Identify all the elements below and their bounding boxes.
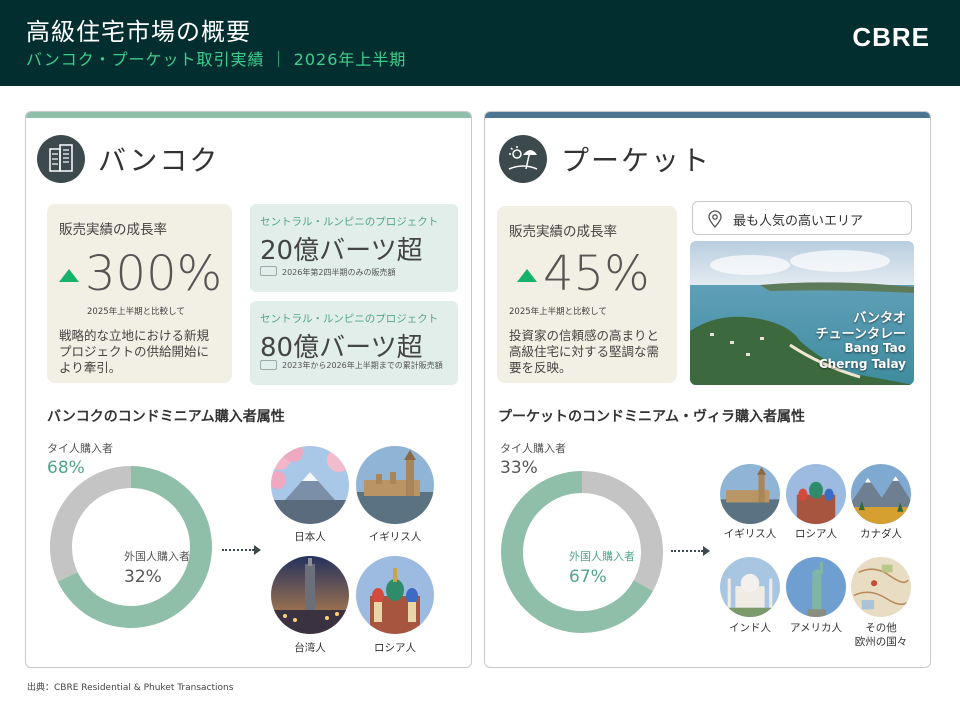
arrow-dots xyxy=(671,550,703,552)
nationality-label: 日本人 xyxy=(294,531,326,543)
phuket-buyer-title: プーケットのコンドミニアム・ヴィラ購入者属性 xyxy=(498,409,806,425)
phuket-title: プーケット xyxy=(561,144,712,177)
up-arrow-icon xyxy=(517,269,537,282)
usa-photo xyxy=(786,557,846,617)
donut-slice-foreign xyxy=(50,466,132,582)
nationality-label: インド人 xyxy=(729,622,771,634)
nationality-label: 台湾人 xyxy=(294,642,326,654)
project-value: 80億バーツ超 xyxy=(260,333,423,363)
foreign-buyer-label: 外国人購入者 xyxy=(569,550,635,563)
uk-photo xyxy=(720,464,780,524)
project-label: セントラル・ルンピニのプロジェクト xyxy=(260,313,439,325)
project-card-1: セントラル・ルンピニのプロジェクト 20億バーツ超 2026年第2四半期のみの販… xyxy=(250,204,458,292)
nationality-label: イギリス人 xyxy=(723,528,777,540)
nationality-label-other-1: その他 xyxy=(865,622,897,634)
foreign-buyer-pct: 67% xyxy=(569,567,607,587)
arrow-right-icon xyxy=(703,546,710,556)
area-name-en-1: Bang Tao xyxy=(844,341,906,355)
nationality-label: イギリス人 xyxy=(368,531,422,543)
growth-value: 45% xyxy=(543,246,650,302)
arrow-dots xyxy=(222,549,254,551)
area-name-jp-2: チューンタレー xyxy=(815,327,906,342)
taiwan-photo xyxy=(271,556,349,634)
area-name-en-2: Cherng Talay xyxy=(818,357,906,371)
popular-area-label: 最も人気の高いエリア xyxy=(733,214,864,229)
canada-photo xyxy=(851,464,911,524)
cbre-logo: CBRE xyxy=(852,22,930,52)
source-note: 出典：CBRE Residential & Phuket Transaction… xyxy=(27,683,234,693)
beach-umbrella-icon xyxy=(499,135,547,183)
growth-comparison: 2025年上半期と比較して xyxy=(509,307,607,317)
growth-label: 販売実績の成長率 xyxy=(509,224,617,240)
bangkok-title: バンコク xyxy=(98,144,220,177)
page-subtitle: バンコク・プーケット取引実績 ｜ 2026年上半期 xyxy=(26,50,407,69)
japan-photo xyxy=(271,446,349,524)
page-title: 高級住宅市場の概要 xyxy=(26,18,251,46)
project-label: セントラル・ルンピニのプロジェクト xyxy=(260,216,439,228)
bangkok-panel: バンコク 販売実績の成長率 300% 2025年上半期と比較して 戦略的な立地に… xyxy=(25,111,472,668)
nationality-label: ロシア人 xyxy=(374,642,416,654)
russia-photo xyxy=(356,556,434,634)
project-card-2: セントラル・ルンピニのプロジェクト 80億バーツ超 2023年から2026年上半… xyxy=(250,301,458,385)
russia-photo xyxy=(786,464,846,524)
money-icon xyxy=(260,266,277,276)
up-arrow-icon xyxy=(59,269,79,282)
popular-area-box: 最も人気の高いエリア xyxy=(692,201,912,235)
thai-buyer-label: タイ人購入者 xyxy=(500,442,566,455)
growth-description: 投資家の信頼感の高まりと高級住宅に対する堅調な需要を反映。 xyxy=(509,328,660,375)
nationality-label-other: その他 欧州の国々 xyxy=(841,621,921,649)
nationality-label: カナダ人 xyxy=(860,528,902,540)
thai-buyer-label: タイ人購入者 xyxy=(47,442,113,455)
foreign-buyer-label: 外国人購入者 xyxy=(124,550,190,563)
bangkok-buyer-title: バンコクのコンドミニアム購入者属性 xyxy=(47,409,285,425)
bang-tao-photo: バンタオ チューンタレー Bang Tao Cherng Talay xyxy=(690,241,914,385)
arrow-right-icon xyxy=(254,545,261,555)
header: 高級住宅市場の概要 バンコク・プーケット取引実績 ｜ 2026年上半期 CBRE xyxy=(0,0,960,86)
nationality-label-other-2: 欧州の国々 xyxy=(854,636,908,648)
europe-map-photo xyxy=(851,557,911,617)
phuket-panel: プーケット 販売実績の成長率 45% 2025年上半期と比較して 投資家の信頼感… xyxy=(484,111,931,668)
india-photo xyxy=(720,557,780,617)
uk-photo xyxy=(356,446,434,524)
foreign-buyer-pct: 32% xyxy=(124,567,162,587)
thai-buyer-pct: 33% xyxy=(500,458,538,478)
growth-value: 300% xyxy=(85,246,223,302)
growth-description: 戦略的な立地における新規プロジェクトの供給開始により牽引。 xyxy=(59,328,210,375)
growth-comparison: 2025年上半期と比較して xyxy=(87,307,185,317)
location-pin-icon xyxy=(708,210,722,228)
phuket-accent-bar xyxy=(485,112,930,118)
bangkok-buyer-donut xyxy=(50,466,212,628)
project-note: 2026年第2四半期のみの販売額 xyxy=(282,268,396,277)
bangkok-accent-bar xyxy=(26,112,471,118)
growth-label: 販売実績の成長率 xyxy=(59,222,167,238)
project-note: 2023年から2026年上半期までの累計販売額 xyxy=(282,361,443,370)
bangkok-growth-card: 販売実績の成長率 300% 2025年上半期と比較して 戦略的な立地における新規… xyxy=(47,204,232,383)
project-value: 20億バーツ超 xyxy=(260,236,423,266)
nationality-label: ロシア人 xyxy=(795,528,837,540)
phuket-growth-card: 販売実績の成長率 45% 2025年上半期と比較して 投資家の信頼感の高まりと高… xyxy=(497,206,677,383)
money-icon xyxy=(260,360,277,370)
thai-buyer-pct: 68% xyxy=(47,458,85,478)
buildings-icon xyxy=(37,135,85,183)
